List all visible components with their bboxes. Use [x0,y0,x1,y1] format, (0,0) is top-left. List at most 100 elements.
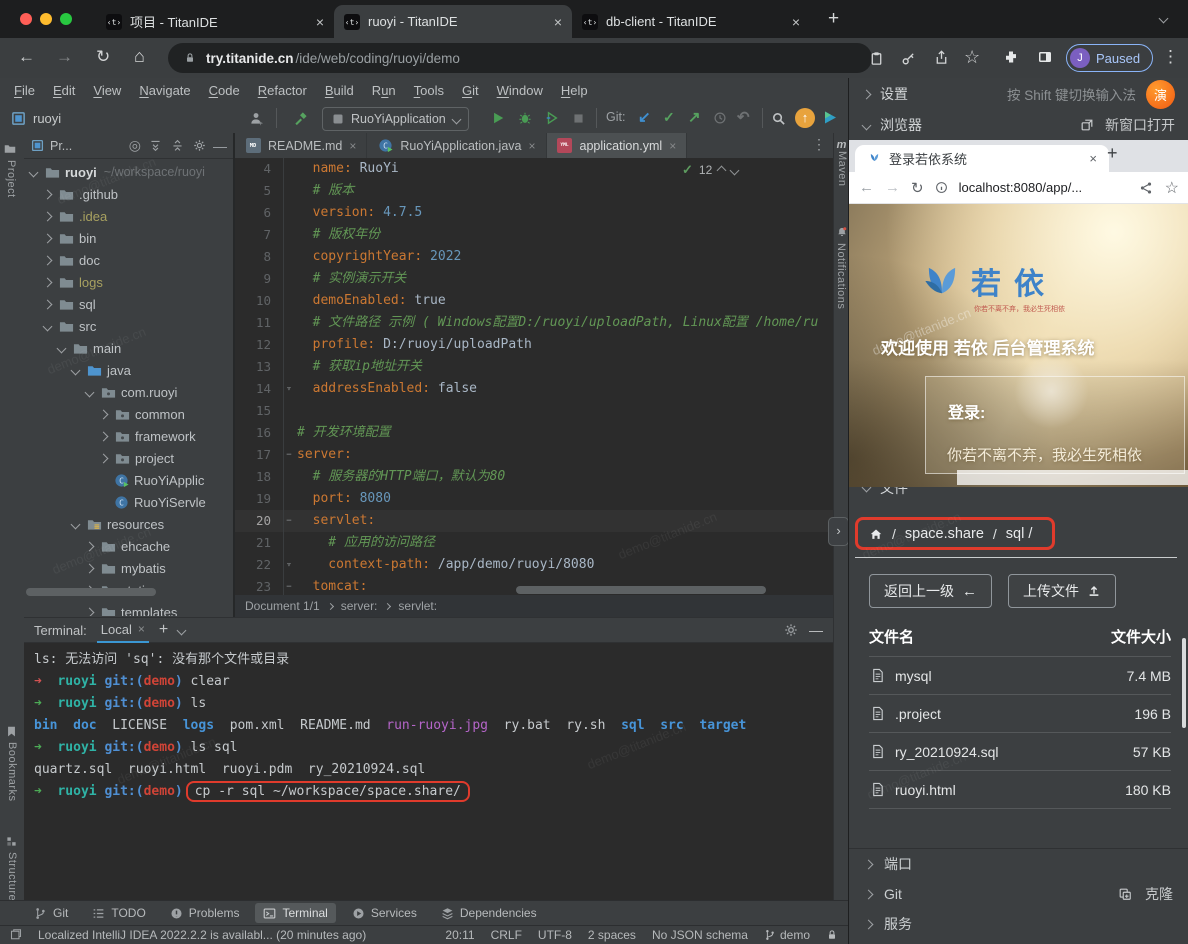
toolwindow-terminal[interactable]: Terminal [255,903,335,923]
code-line[interactable]: 19port: 8080 [235,488,833,510]
new-terminal-icon[interactable]: + [159,621,168,639]
stripe-tab-structure[interactable]: Structure [4,833,18,901]
back-up-button[interactable]: 返回上一级← [869,574,992,608]
file-row[interactable]: mysql7.4 MB [869,657,1171,695]
browser-tab[interactable]: ‹t›项目 - TitanIDE× [96,5,334,38]
section-settings[interactable]: 设置 按 Shift 键切换输入法 演 [849,78,1188,110]
preview-share-icon[interactable] [1138,180,1154,196]
tree-chevron-icon[interactable] [43,233,53,243]
open-new-window-label[interactable]: 新窗口打开 [1105,115,1175,135]
file-row[interactable]: ruoyi.html180 KB [869,771,1171,809]
terminal-gear-icon[interactable] [783,622,799,638]
tree-chevron-icon[interactable] [43,255,53,265]
tree-hscrollbar[interactable] [26,588,156,596]
tree-chevron-icon[interactable] [43,189,53,199]
tree-chevron-icon[interactable] [99,453,109,463]
url-bar[interactable]: try.titanide.cn/ide/web/coding/ruoyi/dem… [168,43,872,73]
editor-tab[interactable]: YMLapplication.yml× [547,133,688,158]
run-configuration-select[interactable]: RuoYiApplication [322,107,469,131]
files-breadcrumb[interactable]: / space.share / sql / [855,517,1055,550]
tree-chevron-icon[interactable] [71,519,81,529]
code-line[interactable]: 6version: 4.7.5 [235,202,833,224]
code-line[interactable]: 14▿addressEnabled: false [235,378,833,400]
project-widget-label[interactable]: ruoyi [33,111,61,126]
browser-tab[interactable]: ‹t›ruoyi - TitanIDE× [334,5,572,38]
tree-item-common[interactable]: common [24,403,233,425]
code-line[interactable]: 15 [235,400,833,422]
file-row[interactable]: ry_20210924.sql57 KB [869,733,1171,771]
status-window-icon[interactable] [10,927,22,943]
hide-panel-icon[interactable]: — [213,138,227,154]
reload-icon[interactable]: ↻ [96,48,110,65]
tree-item-mybatis[interactable]: mybatis [24,557,233,579]
debug-bug-icon[interactable] [517,110,533,126]
git-update-icon[interactable]: ↙ [638,108,651,126]
tree-item-RuoYiApplic[interactable]: CRuoYiApplic [24,469,233,491]
panel-scrollbar[interactable] [1182,638,1186,728]
tree-chevron-icon[interactable] [85,607,95,616]
tree-item-src[interactable]: src [24,315,233,337]
tree-item-.idea[interactable]: .idea [24,205,233,227]
menu-window[interactable]: Window [489,80,551,101]
toolwindow-problems[interactable]: Problems [162,903,248,923]
breadcrumb-item[interactable]: server: [341,599,378,613]
file-row[interactable]: .project196 B [869,695,1171,733]
toolwindow-git[interactable]: Git [26,903,76,923]
status-item[interactable]: 2 spaces [588,928,636,942]
menu-tools[interactable]: Tools [406,80,452,101]
menu-code[interactable]: Code [201,80,248,101]
preview-tab[interactable]: 登录若依系统 × [855,145,1109,172]
traffic-zoom-icon[interactable] [60,13,72,25]
tree-chevron-icon[interactable] [85,541,95,551]
tree-item-templates[interactable]: templates [24,601,233,616]
stripe-tab-maven[interactable]: m Maven [835,139,848,187]
git-commit-icon[interactable]: ✓ [663,109,675,126]
forward-icon[interactable]: → [56,48,73,65]
tab-close-icon[interactable]: × [316,14,324,30]
upload-button[interactable]: 上传文件 [1008,574,1116,608]
prev-problem-icon[interactable] [717,165,727,175]
editor-tab-options-icon[interactable]: ⋮ [812,136,826,153]
extensions-puzzle-icon[interactable] [1003,49,1019,65]
build-hammer-icon[interactable] [292,110,308,126]
expand-right-panel-button[interactable]: › [828,517,849,546]
titanide-logo-icon[interactable] [822,109,838,125]
tree-item-doc[interactable]: doc [24,249,233,271]
menu-file[interactable]: File [6,80,43,101]
code-line[interactable]: 16# 开发环境配置 [235,422,833,444]
terminal-output[interactable]: demo@titanide.cn demo@titanide.cn ls: 无法… [24,643,833,900]
menu-run[interactable]: Run [364,80,404,101]
tree-item-.github[interactable]: .github [24,183,233,205]
bookmark-star-icon[interactable]: ☆ [964,48,980,66]
terminal-tab-local[interactable]: Local × [97,617,149,643]
tree-item-RuoYiServle[interactable]: CRuoYiServle [24,491,233,513]
preview-back-icon[interactable]: ← [859,179,874,196]
tree-item-resources[interactable]: resources [24,513,233,535]
menu-git[interactable]: Git [454,80,487,101]
new-tab-button[interactable]: + [828,8,839,30]
code-line[interactable]: 7# 版权年份 [235,224,833,246]
share-icon[interactable] [933,49,949,65]
editor-tab[interactable]: MDREADME.md× [235,133,367,158]
inspections-widget[interactable]: ✓ 12 [682,162,738,178]
toolwindow-dependencies[interactable]: Dependencies [433,903,545,923]
section-browser[interactable]: 浏览器 新窗口打开 [849,110,1188,140]
tree-item-ehcache[interactable]: ehcache [24,535,233,557]
git-push-icon[interactable]: ↗ [688,108,701,126]
menu-navigate[interactable]: Navigate [131,80,198,101]
editor-tab-close-icon[interactable]: × [669,139,676,153]
search-everywhere-icon[interactable] [770,110,786,126]
terminal-minimize-icon[interactable]: — [809,622,823,638]
code-line[interactable]: 12profile: D:/ruoyi/uploadPath [235,334,833,356]
menu-help[interactable]: Help [553,80,596,101]
open-new-window-icon[interactable] [1079,117,1095,133]
back-icon[interactable]: ← [18,48,35,65]
demo-badge[interactable]: 演 [1146,80,1175,109]
tree-item-sql[interactable]: sql [24,293,233,315]
stripe-tab-notifications[interactable]: Notifications [835,225,848,309]
tree-item-logs[interactable]: logs [24,271,233,293]
next-problem-icon[interactable] [730,165,740,175]
tree-chevron-icon[interactable] [99,431,109,441]
status-git-branch[interactable]: demo [764,927,810,943]
section-Git[interactable]: Git克隆 [849,879,1188,909]
